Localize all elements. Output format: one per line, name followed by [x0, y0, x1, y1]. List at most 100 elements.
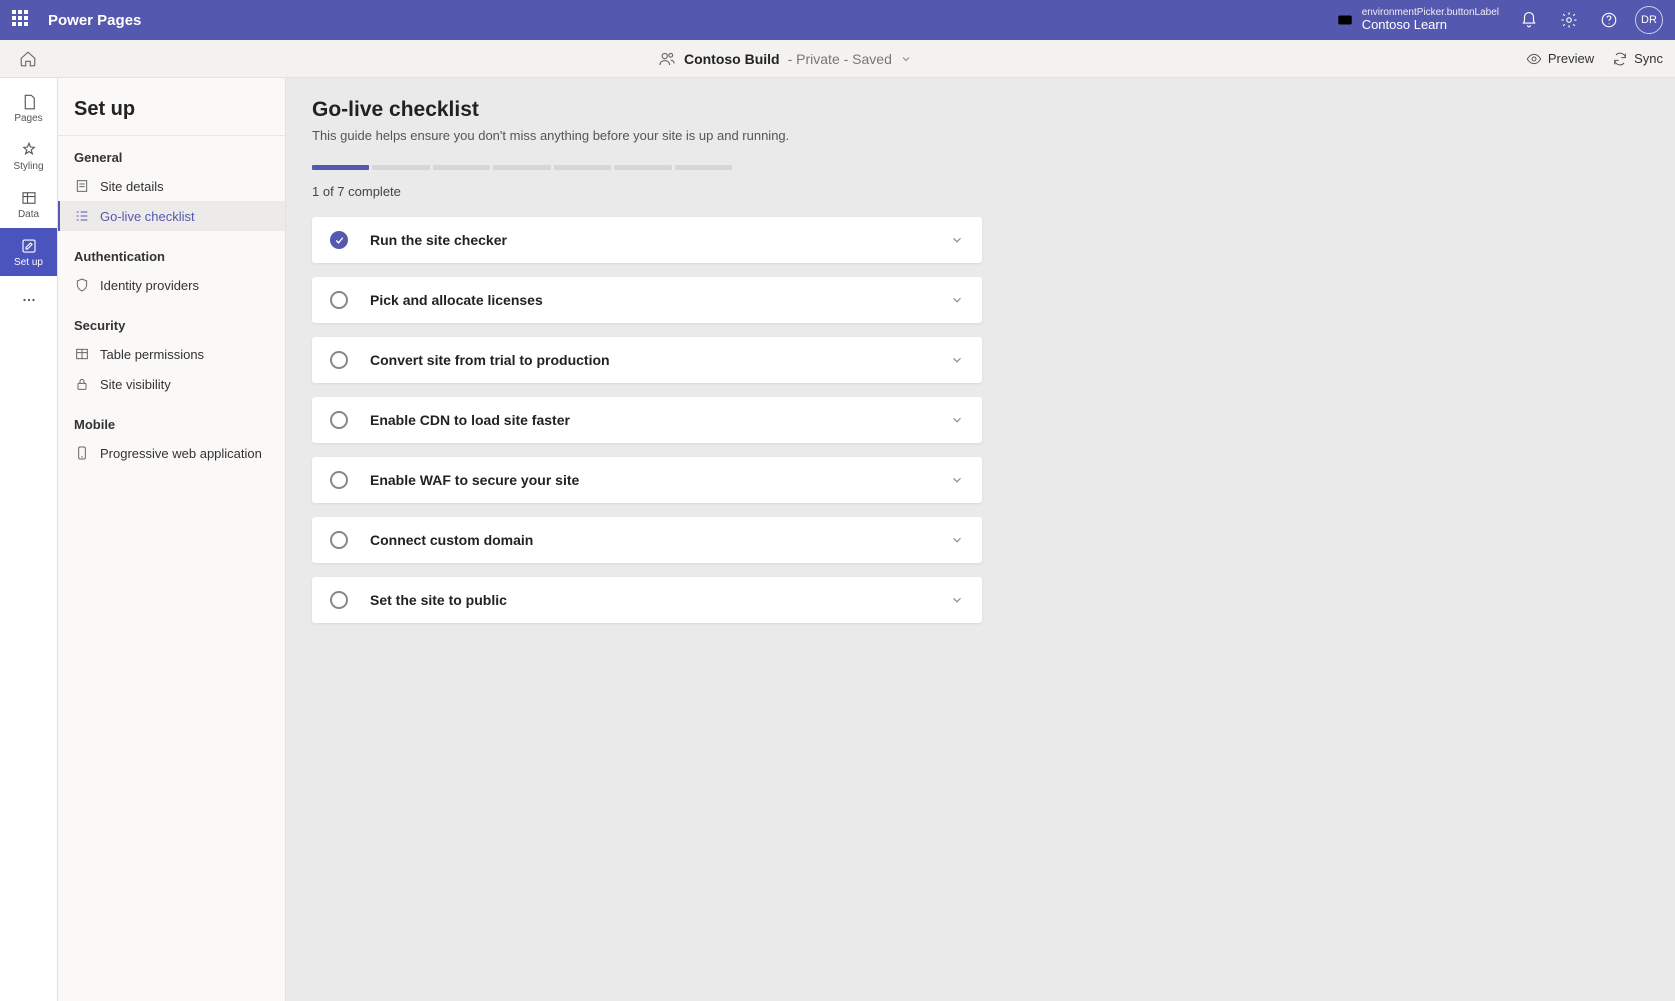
- progress-seg: [554, 165, 611, 170]
- rail-more[interactable]: [0, 276, 57, 324]
- progress-seg: [675, 165, 732, 170]
- sync-label: Sync: [1634, 51, 1663, 66]
- sidebar-item-site-details[interactable]: Site details: [58, 171, 285, 201]
- progress-seg: [312, 165, 369, 170]
- sidebar-item-label: Site details: [100, 179, 164, 194]
- data-icon: [20, 189, 38, 207]
- checklist-item-convert[interactable]: Convert site from trial to production: [312, 337, 982, 383]
- page-icon: [20, 93, 38, 111]
- notifications-button[interactable]: [1509, 0, 1549, 40]
- checklist-item-title: Enable WAF to secure your site: [370, 472, 950, 488]
- shield-icon: [74, 277, 90, 293]
- environment-name: Contoso Learn: [1362, 18, 1499, 32]
- check-incomplete-icon: [330, 591, 348, 609]
- chevron-down-icon: [950, 593, 964, 607]
- checklist-item-title: Convert site from trial to production: [370, 352, 950, 368]
- waffle-icon[interactable]: [12, 10, 32, 30]
- product-name: Power Pages: [48, 12, 141, 29]
- environment-icon: [1336, 11, 1354, 29]
- progress-seg: [614, 165, 671, 170]
- rail-pages-label: Pages: [14, 113, 42, 124]
- mobile-icon: [74, 445, 90, 461]
- check-incomplete-icon: [330, 471, 348, 489]
- sidebar-item-label: Table permissions: [100, 347, 204, 362]
- sidebar-item-label: Go-live checklist: [100, 209, 195, 224]
- chevron-down-icon: [950, 473, 964, 487]
- checklist-item-cdn[interactable]: Enable CDN to load site faster: [312, 397, 982, 443]
- sidebar-item-label: Progressive web application: [100, 446, 262, 461]
- chevron-down-icon: [950, 413, 964, 427]
- document-icon: [74, 178, 90, 194]
- page-title: Go-live checklist: [312, 98, 1649, 122]
- sidebar-item-site-visibility[interactable]: Site visibility: [58, 369, 285, 399]
- checklist-item-public[interactable]: Set the site to public: [312, 577, 982, 623]
- check-incomplete-icon: [330, 411, 348, 429]
- checklist-item-title: Connect custom domain: [370, 532, 950, 548]
- sidebar-item-table-perms[interactable]: Table permissions: [58, 339, 285, 369]
- help-button[interactable]: [1589, 0, 1629, 40]
- group-mobile: Mobile: [58, 417, 285, 438]
- progress-seg: [433, 165, 490, 170]
- checklist-item-site-checker[interactable]: Run the site checker: [312, 217, 982, 263]
- check-incomplete-icon: [330, 291, 348, 309]
- table-icon: [74, 346, 90, 362]
- checklist-item-title: Run the site checker: [370, 232, 950, 248]
- rail-pages[interactable]: Pages: [0, 84, 57, 132]
- chevron-down-icon: [950, 233, 964, 247]
- app-header: Power Pages environmentPicker.buttonLabe…: [0, 0, 1675, 40]
- checklist-icon: [74, 208, 90, 224]
- rail-data-label: Data: [18, 209, 39, 220]
- progress-seg: [493, 165, 550, 170]
- sidebar: Set up General Site details Go-live chec…: [58, 78, 286, 1001]
- group-general: General: [58, 150, 285, 171]
- checklist-item-licenses[interactable]: Pick and allocate licenses: [312, 277, 982, 323]
- toolbar: Contoso Build - Private - Saved Preview …: [0, 40, 1675, 78]
- sync-icon: [1612, 51, 1628, 67]
- rail-styling[interactable]: Styling: [0, 132, 57, 180]
- bell-icon: [1520, 11, 1538, 29]
- group-security: Security: [58, 318, 285, 339]
- check-complete-icon: [330, 231, 348, 249]
- rail-data[interactable]: Data: [0, 180, 57, 228]
- avatar[interactable]: DR: [1635, 6, 1663, 34]
- site-name: Contoso Build: [684, 51, 780, 67]
- progress-track: [312, 165, 732, 170]
- content-area: Go-live checklist This guide helps ensur…: [286, 78, 1675, 1001]
- chevron-down-icon: [950, 293, 964, 307]
- main-layout: Pages Styling Data Set up Set up General…: [0, 78, 1675, 1001]
- people-icon: [658, 50, 676, 68]
- rail-setup[interactable]: Set up: [0, 228, 57, 276]
- settings-button[interactable]: [1549, 0, 1589, 40]
- site-picker[interactable]: Contoso Build - Private - Saved: [44, 50, 1526, 68]
- checklist-item-title: Pick and allocate licenses: [370, 292, 950, 308]
- progress-seg: [372, 165, 429, 170]
- sync-button[interactable]: Sync: [1612, 51, 1663, 67]
- sidebar-item-identity[interactable]: Identity providers: [58, 270, 285, 300]
- chevron-down-icon: [900, 53, 912, 65]
- sidebar-item-pwa[interactable]: Progressive web application: [58, 438, 285, 468]
- page-subtitle: This guide helps ensure you don't miss a…: [312, 128, 1649, 143]
- rail-styling-label: Styling: [13, 161, 43, 172]
- rail-setup-label: Set up: [14, 257, 43, 268]
- group-auth: Authentication: [58, 249, 285, 270]
- check-incomplete-icon: [330, 351, 348, 369]
- styling-icon: [20, 141, 38, 159]
- lock-icon: [74, 376, 90, 392]
- help-icon: [1600, 11, 1618, 29]
- home-button[interactable]: [12, 43, 44, 75]
- preview-label: Preview: [1548, 51, 1594, 66]
- checklist-item-domain[interactable]: Connect custom domain: [312, 517, 982, 563]
- checklist-item-waf[interactable]: Enable WAF to secure your site: [312, 457, 982, 503]
- checklist-item-title: Set the site to public: [370, 592, 950, 608]
- more-icon: [20, 291, 38, 309]
- chevron-down-icon: [950, 533, 964, 547]
- setup-icon: [20, 237, 38, 255]
- site-status: - Private - Saved: [788, 51, 892, 67]
- home-icon: [19, 50, 37, 68]
- checklist-item-title: Enable CDN to load site faster: [370, 412, 950, 428]
- sidebar-item-go-live[interactable]: Go-live checklist: [58, 201, 285, 231]
- chevron-down-icon: [950, 353, 964, 367]
- environment-label: environmentPicker.buttonLabel: [1362, 7, 1499, 18]
- environment-picker[interactable]: environmentPicker.buttonLabel Contoso Le…: [1336, 7, 1499, 32]
- preview-button[interactable]: Preview: [1526, 51, 1594, 67]
